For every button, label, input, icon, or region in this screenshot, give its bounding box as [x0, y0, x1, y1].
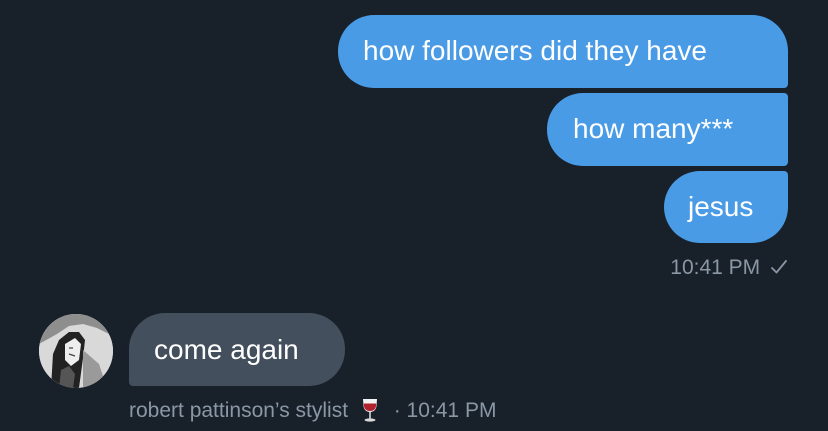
sender-name[interactable]: robert pattinson’s stylist	[129, 399, 348, 422]
incoming-message-meta: robert pattinson’s stylist · 10:41 PM	[129, 397, 496, 423]
single-check-icon	[771, 260, 787, 274]
message-timestamp: · 10:41 PM	[393, 399, 497, 422]
outgoing-message-bubble[interactable]: how followers did they have	[338, 15, 788, 88]
message-text: come again	[154, 334, 299, 365]
outgoing-message-bubble[interactable]: how many***	[547, 93, 788, 166]
avatar[interactable]	[39, 314, 113, 388]
avatar-image	[39, 314, 113, 388]
incoming-message-bubble[interactable]: come again	[129, 313, 345, 386]
message-text: jesus	[688, 191, 754, 222]
outgoing-message-bubble[interactable]: jesus	[664, 171, 788, 243]
wine-glass-icon	[362, 399, 377, 422]
outgoing-message-meta: 10:41 PM	[670, 256, 788, 280]
message-text: how many***	[573, 113, 734, 144]
message-timestamp: 10:41 PM	[670, 256, 761, 279]
message-text: how followers did they have	[363, 35, 707, 66]
